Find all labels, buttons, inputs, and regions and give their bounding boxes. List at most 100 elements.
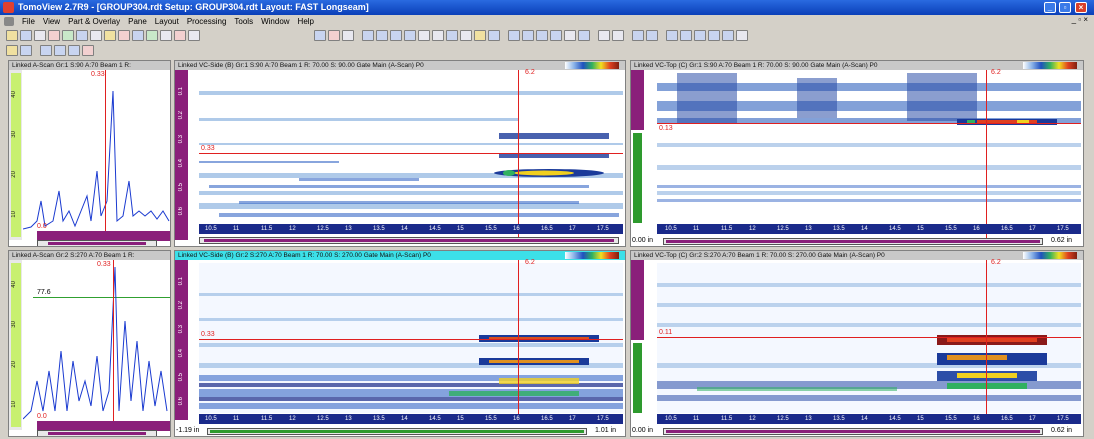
zoom-icon[interactable] [132,30,144,41]
maximize-button[interactable]: ▫ [1059,2,1071,13]
open-icon[interactable] [6,30,18,41]
ascan-slider[interactable] [37,240,157,246]
grid-4-icon[interactable] [404,30,416,41]
ascan-cursor[interactable] [113,260,114,430]
menu-pane[interactable]: Pane [128,17,147,26]
menu-part-overlay[interactable]: Part & Overlay [68,17,120,26]
ascan-view-icon[interactable] [34,30,46,41]
target-icon[interactable] [174,30,186,41]
window-icon[interactable] [54,45,66,56]
gate-c-icon[interactable] [708,30,720,41]
depth-tick: 0.1 [178,87,184,96]
mdi-controls[interactable]: _ ▫ × [1072,15,1088,24]
index-slider[interactable] [663,428,1043,435]
ascan-pane-bottom[interactable]: Linked A-Scan Gr:2 S:270 A:70 Beam 1 R: … [8,250,171,437]
export-icon[interactable] [474,30,486,41]
vctop-cursor-v[interactable] [986,260,987,420]
overlay-icon[interactable] [146,30,158,41]
minimize-button[interactable]: _ [1044,2,1056,13]
layout-icon[interactable] [20,30,32,41]
grid-3-icon[interactable] [390,30,402,41]
menu-layout[interactable]: Layout [155,17,179,26]
menu-help[interactable]: Help [298,17,314,26]
view-6-icon[interactable] [578,30,590,41]
close-button[interactable]: × [1075,2,1087,13]
pane-title: Linked VC-Top (C) Gr:2 S:270 A:70 Beam 1… [631,251,1083,260]
index-slider[interactable] [207,428,587,435]
gate-b-icon[interactable] [680,30,692,41]
depth-tick: 0.2 [178,301,184,310]
vcside-cursor-h[interactable] [199,153,623,154]
menu-view[interactable]: View [43,17,60,26]
cascade-icon[interactable] [82,45,94,56]
text-icon[interactable] [188,30,200,41]
gate-a-icon[interactable] [666,30,678,41]
folder-icon[interactable] [6,45,18,56]
vcside-cursor-v[interactable] [518,260,519,420]
scale-icon[interactable] [598,30,610,41]
view-5-icon[interactable] [564,30,576,41]
print-icon[interactable] [40,45,52,56]
vcside-pane-bottom[interactable]: Linked VC-Side (B) Gr:2 S:270 A:70 Beam … [174,250,626,437]
ruler-icon[interactable] [328,30,340,41]
scan-tick: 14 [861,416,868,422]
scan-tick: 14.5 [889,226,901,232]
ascan-slider[interactable] [37,430,157,436]
tile-icon[interactable] [68,45,80,56]
measure-icon[interactable] [446,30,458,41]
gate-d-icon[interactable] [722,30,734,41]
palette-icon[interactable] [104,30,116,41]
vcside-cursor-v[interactable] [518,70,519,240]
sscan-view-icon[interactable] [90,30,102,41]
save-icon[interactable] [20,45,32,56]
menu-file[interactable]: File [22,17,35,26]
view-2-icon[interactable] [522,30,534,41]
ascan-waveform [23,90,170,230]
menu-window[interactable]: Window [261,17,289,26]
vctop-cursor-h[interactable] [657,337,1081,338]
scan-slider[interactable] [199,237,619,244]
link-icon[interactable] [736,30,748,41]
vctop-cursor-h[interactable] [657,123,1081,124]
scan-tick: 10.5 [205,226,217,232]
probe-icon[interactable] [632,30,644,41]
vcside-pane-top[interactable]: Linked VC-Side (B) Gr:1 S:90 A:70 Beam 1… [174,60,626,247]
volume-icon[interactable] [160,30,172,41]
cursor-x-value: 6.2 [525,259,535,266]
menu-processing[interactable]: Processing [187,17,227,26]
sync-icon[interactable] [488,30,500,41]
grid-1-icon[interactable] [362,30,374,41]
vcside-cursor-h[interactable] [199,339,623,340]
scan-tick: 12.5 [317,416,329,422]
wedge-icon[interactable] [646,30,658,41]
amplitude-tick: 40 [11,91,17,98]
merge-icon[interactable] [432,30,444,41]
depth-tick: 0.3 [178,135,184,144]
vctop-pane-top[interactable]: Linked VC-Top (C) Gr:1 S:90 A:70 Beam 1 … [630,60,1084,247]
gate-icon[interactable] [118,30,130,41]
delete-pane-icon[interactable] [418,30,430,41]
index-slider[interactable] [663,238,1043,245]
menu-tools[interactable]: Tools [234,17,253,26]
vctop-cursor-v[interactable] [986,70,987,240]
view-1-icon[interactable] [508,30,520,41]
bscan-view-icon[interactable] [48,30,60,41]
ascan-pane-top[interactable]: Linked A-Scan Gr:1 S:90 A:70 Beam 1 R: 4… [8,60,171,247]
vctop-pane-bottom[interactable]: Linked VC-Top (C) Gr:2 S:270 A:70 Beam 1… [630,250,1084,437]
cursor-x-value: 6.2 [991,259,1001,266]
scan-tick: 13.5 [373,416,385,422]
dscan-view-icon[interactable] [76,30,88,41]
view-3-icon[interactable] [536,30,548,41]
ascan-cursor[interactable] [105,70,106,240]
cscan-view-icon[interactable] [62,30,74,41]
view-4-icon[interactable] [550,30,562,41]
pointer-icon[interactable] [314,30,326,41]
doc-icon[interactable] [4,16,14,26]
grid-2-icon[interactable] [376,30,388,41]
scale-2-icon[interactable] [612,30,624,41]
vcside-image [199,73,623,223]
window-title: TomoView 2.7R9 - [GROUP304.rdt Setup: GR… [18,2,369,12]
gate-i-icon[interactable] [694,30,706,41]
report-icon[interactable] [460,30,472,41]
cursor-icon[interactable] [342,30,354,41]
